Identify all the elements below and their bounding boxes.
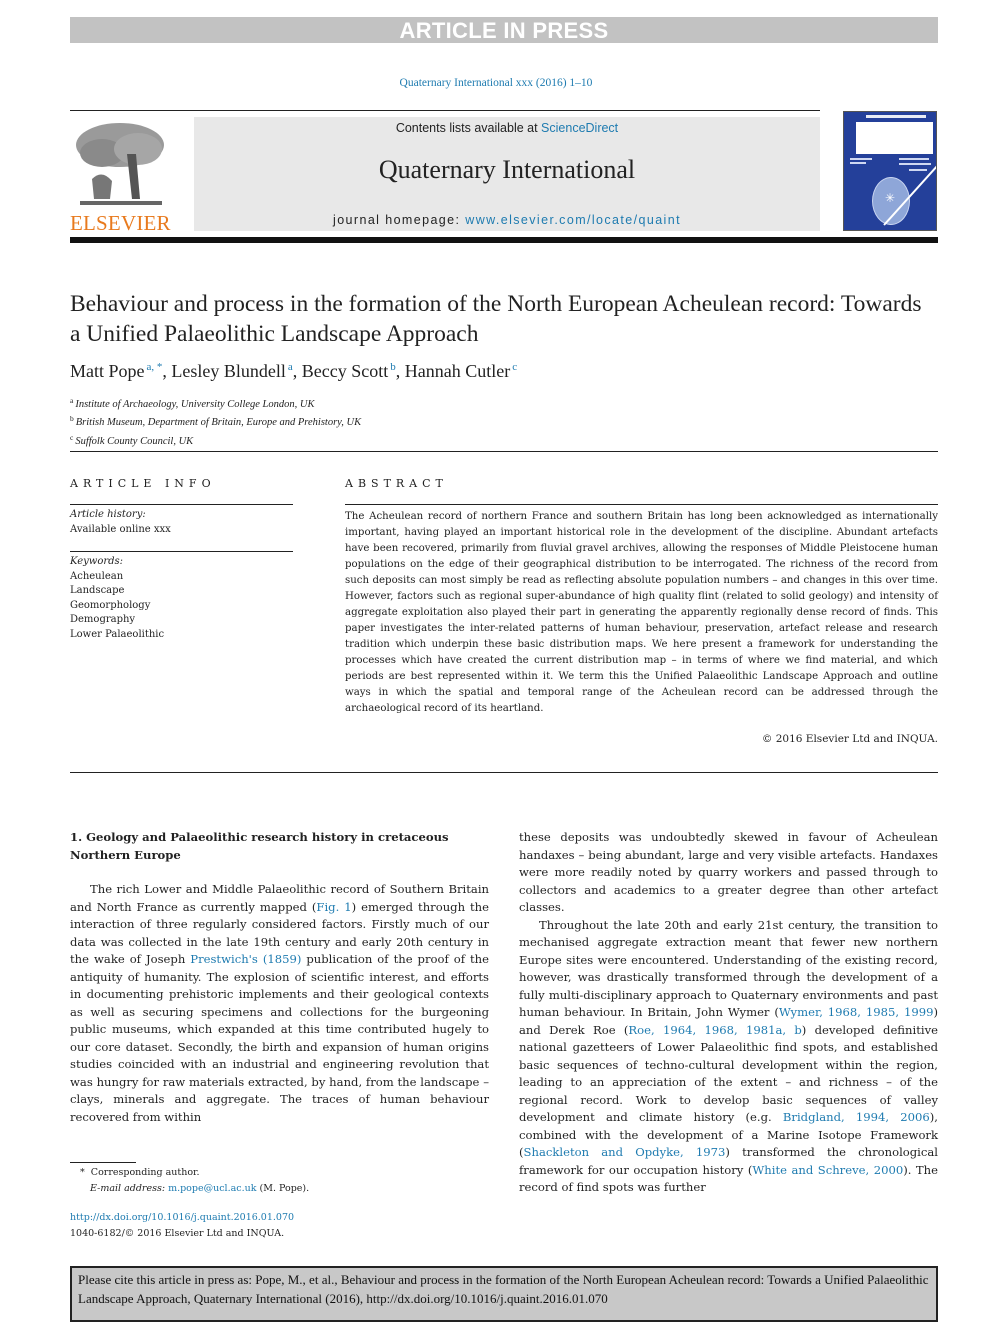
elsevier-tree-icon [72,119,168,207]
corresponding-label: Corresponding author. [90,1167,200,1178]
author-affiliation-mark[interactable]: a, * [147,361,163,373]
footnote-divider [70,1162,136,1163]
affiliation: a Institute of Archaeology, University Co… [70,394,361,412]
abstract-divider [345,504,938,505]
affiliation-mark: a [70,396,74,405]
keyword: Demography [70,614,136,625]
elsevier-logo[interactable]: ELSEVIER [70,117,171,235]
journal-header: Contents lists available at ScienceDirec… [194,117,820,231]
keywords: Keywords: Acheulean Landscape Geomorphol… [70,555,164,642]
article-history-value: Available online xxx [70,523,171,535]
contents-prefix: Contents lists available at [395,121,542,135]
cover-text-line [850,158,872,160]
issn-line: 1040-6182/© 2016 Elsevier Ltd and INQUA. [70,1227,285,1239]
email-suffix: (M. Pope). [256,1182,310,1194]
author[interactable]: Beccy Scott b, [302,361,405,381]
doi-link[interactable]: http://dx.doi.org/10.1016/j.quaint.2016.… [70,1210,294,1226]
affiliation: c Suffolk County Council, UK [70,431,361,449]
author[interactable]: Matt Pope a, *, [70,361,171,381]
body-column-left: The rich Lower and Middle Palaeolithic r… [70,881,489,1126]
journal-cover-thumbnail[interactable]: ✳ [843,111,937,231]
author-list: Matt Pope a, *, Lesley Blundell a, Beccy S… [70,361,930,382]
author-name: Hannah Cutler [404,361,511,381]
keywords-label: Keywords: [70,556,124,567]
cover-text-line [899,158,929,160]
front-matter-divider [70,772,938,773]
affiliation-text: Institute of Archaeology, University Col… [75,399,315,410]
text-run: publication of the proof of the antiquit… [70,952,489,1124]
abstract-text: The Acheulean record of northern France … [345,511,938,714]
affiliation-mark: b [70,414,74,424]
keyword: Acheulean [70,570,124,582]
article-in-press-banner: ARTICLE IN PRESS [70,17,938,43]
keyword: Landscape [70,585,125,596]
doi-block: http://dx.doi.org/10.1016/j.quaint.2016.… [70,1210,294,1241]
header-thick-divider [70,237,938,243]
abstract-copyright: © 2016 Elsevier Ltd and INQUA. [761,733,938,745]
citation-box: Please cite this article in press as: Po… [70,1266,938,1322]
sciencedirect-link[interactable]: ScienceDirect [541,121,618,135]
article-info-heading: ARTICLE INFO [70,477,216,490]
author-affiliation-mark[interactable]: c [512,361,517,373]
journal-name: Quaternary International [378,155,636,184]
article-info-divider [70,504,293,505]
body-column-right: these deposits was undoubtedly skewed in… [519,829,938,1197]
corresponding-author-footnote: * Corresponding author. E-mail address: … [70,1165,309,1196]
homepage-link[interactable]: www.elsevier.com/locate/quaint [465,213,681,227]
figure-link[interactable]: Fig. 1 [316,900,351,914]
keywords-divider [70,551,293,552]
citation-link[interactable]: Wymer, 1968, 1985, 1999 [779,1005,934,1019]
abstract-heading: ABSTRACT [345,477,448,490]
header-divider [70,110,820,111]
affiliation-mark: c [70,432,74,442]
author-name: Beccy Scott [301,361,389,381]
article-title: Behaviour and process in the formation o… [70,291,922,347]
citation-link[interactable]: Shackleton and Opdyke, 1973 [524,1145,726,1159]
body-paragraph: Throughout the late 20th and early 21st … [519,917,938,1197]
author-separator: , [292,361,302,381]
homepage-prefix: journal homepage: [333,213,466,227]
email-link[interactable]: m.pope@ucl.ac.uk [168,1183,256,1194]
author-name: Matt Pope [70,361,145,381]
affiliation-text: Suffolk County Council, UK [75,435,194,447]
article-history-label: Article history: [70,509,146,520]
body-paragraph: The rich Lower and Middle Palaeolithic r… [70,881,489,1126]
citation-link[interactable]: Prestwich's (1859) [190,952,301,966]
corresponding-line: * Corresponding author. [70,1165,309,1181]
cover-white-panel [856,122,933,154]
journal-reference-link[interactable]: Quaternary International xxx (2016) 1–10 [0,77,992,89]
section-heading: 1. Geology and Palaeolithic research his… [70,830,449,862]
author-separator: , [395,361,405,381]
cover-text-line [850,162,866,164]
contents-line: Contents lists available at ScienceDirec… [194,121,820,135]
elsevier-wordmark: ELSEVIER [70,211,171,235]
keyword: Geomorphology [70,599,151,611]
cover-title-bar [866,115,926,118]
affiliation-text: British Museum, Department of Britain, E… [75,417,362,429]
author[interactable]: Lesley Blundell a, [171,361,301,381]
text-run: Throughout the late 20th and early 21st … [519,917,938,1020]
author-name: Lesley Blundell [171,361,286,381]
citation-link[interactable]: White and Schreve, 2000 [752,1163,903,1177]
affiliation: b British Museum, Department of Britain, … [70,412,361,430]
article-history: Article history: Available online xxx [70,508,171,537]
cover-text-line [899,163,931,165]
section-divider [70,451,938,452]
citation-link[interactable]: Roe, 1964, 1968, 1981a, b [628,1023,801,1037]
footnote-star: * [80,1167,85,1178]
text-run: ) developed definitive national gazettee… [519,1022,938,1125]
body-paragraph: these deposits was undoubtedly skewed in… [519,830,938,914]
homepage-line: journal homepage: www.elsevier.com/locat… [194,213,820,227]
affiliations: a Institute of Archaeology, University Co… [70,394,361,449]
snowflake-icon: ✳ [884,191,896,205]
citation-link[interactable]: Bridgland, 1994, 2006 [783,1110,930,1124]
email-label: E-mail address: [90,1182,166,1194]
cover-text-line [909,169,927,171]
author[interactable]: Hannah Cutler c [405,361,517,381]
email-line: E-mail address: m.pope@ucl.ac.uk (M. Pop… [70,1181,309,1197]
keyword: Lower Palaeolithic [70,628,165,640]
